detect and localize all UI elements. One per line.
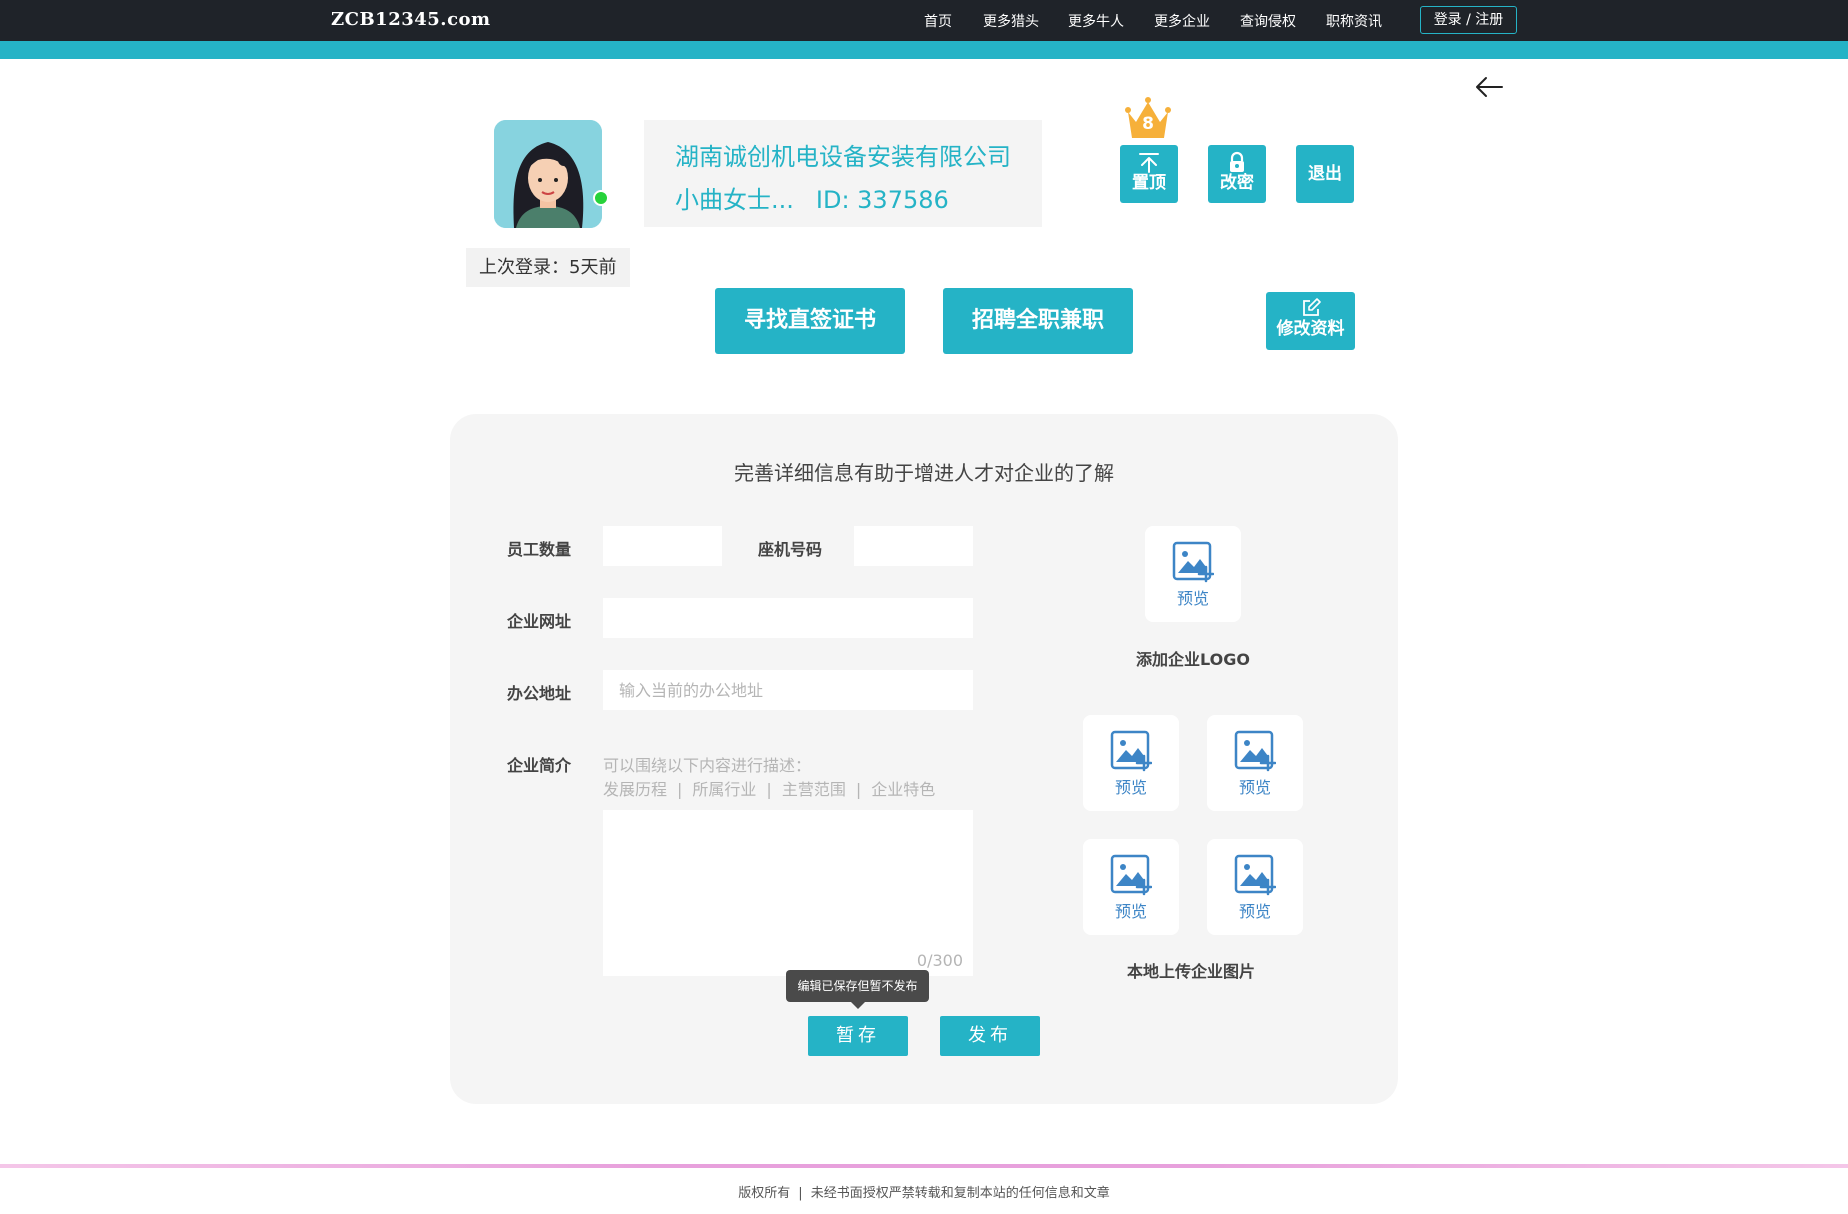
preview-label: 预览 (1238, 778, 1271, 797)
add-image-icon (1110, 730, 1152, 772)
nav-home[interactable]: 首页 (924, 11, 952, 31)
avatar-woman-illustration (494, 120, 602, 228)
pin-top-icon (1139, 153, 1159, 173)
nav-more-talents[interactable]: 更多牛人 (1068, 11, 1124, 31)
nav-check-infringement[interactable]: 查询侵权 (1240, 11, 1296, 31)
recruit-fulltime-parttime-button[interactable]: 招聘全职兼职 (943, 288, 1133, 354)
address-label: 办公地址 (507, 684, 572, 703)
footer-separator: | (798, 1186, 803, 1201)
save-tooltip-tail (850, 1001, 866, 1009)
logo-caption: 添加企业LOGO (1136, 650, 1250, 669)
images-caption: 本地上传企业图片 (1127, 962, 1256, 981)
change-password-button[interactable]: 改密 (1208, 145, 1266, 203)
publish-button[interactable]: 发布 (940, 1016, 1040, 1056)
avatar[interactable] (494, 120, 602, 228)
employees-label: 员工数量 (507, 540, 572, 559)
add-image-icon (1110, 854, 1152, 896)
company-image-upload-box[interactable]: 预览 (1083, 715, 1179, 811)
preview-label: 预览 (1114, 778, 1147, 797)
intro-separator: | (677, 780, 683, 799)
intro-label: 企业简介 (507, 756, 572, 775)
intro-topic: 主营范围 (781, 780, 846, 799)
nav-title-news[interactable]: 职称资讯 (1326, 11, 1382, 31)
address-input[interactable] (603, 670, 973, 710)
intro-topic: 企业特色 (871, 780, 936, 799)
footer-notice: 未经书面授权严禁转载和复制本站的任何信息和文章 (810, 1186, 1110, 1201)
add-image-icon (1234, 730, 1276, 772)
last-login-label: 上次登录：5天前 (466, 248, 630, 287)
header-accent-strip (0, 41, 1848, 59)
company-image-upload-box[interactable]: 预览 (1207, 839, 1303, 935)
add-image-icon (1234, 854, 1276, 896)
website-label: 企业网址 (507, 612, 572, 631)
company-name: 湖南诚创机电设备安装有限公司 (675, 143, 1011, 171)
intro-separator: | (766, 780, 772, 799)
panel-title: 完善详细信息有助于增进人才对企业的了解 (734, 461, 1114, 485)
company-image-upload-box[interactable]: 预览 (1083, 839, 1179, 935)
intro-topic: 发展历程 (603, 780, 668, 799)
company-image-upload-box[interactable]: 预览 (1207, 715, 1303, 811)
employees-input[interactable] (603, 526, 722, 566)
intro-textarea[interactable]: 0/300 (603, 810, 973, 976)
change-password-label: 改密 (1220, 173, 1254, 193)
save-draft-button[interactable]: 暂存 (808, 1016, 908, 1056)
edit-profile-button[interactable]: 修改资料 (1266, 292, 1355, 350)
website-input[interactable] (603, 598, 973, 638)
intro-topics: 发展历程 | 所属行业 | 主营范围 | 企业特色 (603, 776, 935, 800)
footer-text: 版权所有 | 未经书面授权严禁转载和复制本站的任何信息和文章 (0, 1182, 1848, 1201)
pin-top-label: 置顶 (1132, 173, 1166, 193)
user-line: 小曲女士... ID: 337586 (675, 180, 949, 215)
crown-count: 8 (1142, 114, 1154, 134)
save-tooltip: 编辑已保存但暂不发布 (786, 970, 929, 1002)
nav-more-companies[interactable]: 更多企业 (1154, 11, 1210, 31)
logo-upload-box[interactable]: 预览 (1145, 526, 1241, 622)
edit-icon (1302, 298, 1321, 316)
nav-more-headhunters[interactable]: 更多猎头 (983, 11, 1039, 31)
phone-label: 座机号码 (758, 540, 823, 559)
login-register-button[interactable]: 登录 / 注册 (1420, 6, 1517, 34)
logout-label: 退出 (1308, 164, 1342, 184)
phone-input[interactable] (854, 526, 973, 566)
site-logo[interactable]: ZCB12345.com (331, 9, 491, 30)
preview-label: 预览 (1114, 902, 1147, 921)
find-direct-certificate-button[interactable]: 寻找直签证书 (715, 288, 905, 354)
footer-copyright: 版权所有 (738, 1186, 791, 1201)
online-status-indicator (593, 190, 609, 206)
profile-name-card: 湖南诚创机电设备安装有限公司 小曲女士... ID: 337586 (644, 120, 1042, 227)
preview-label: 预览 (1176, 589, 1209, 608)
intro-hint: 可以围绕以下内容进行描述： (603, 756, 812, 775)
intro-separator: | (855, 780, 862, 799)
intro-char-counter: 0/300 (916, 951, 963, 970)
lock-icon (1230, 151, 1244, 172)
user-name: 小曲女士... (675, 186, 794, 214)
user-id: ID: 337586 (815, 186, 949, 214)
pin-top-button[interactable]: 置顶 (1120, 145, 1178, 203)
logout-button[interactable]: 退出 (1296, 145, 1354, 203)
intro-topic: 所属行业 (692, 780, 757, 799)
footer-divider (0, 1164, 1848, 1168)
edit-profile-label: 修改资料 (1276, 319, 1345, 339)
preview-label: 预览 (1238, 902, 1271, 921)
add-image-icon (1172, 541, 1214, 583)
back-arrow-icon[interactable] (1474, 75, 1504, 99)
